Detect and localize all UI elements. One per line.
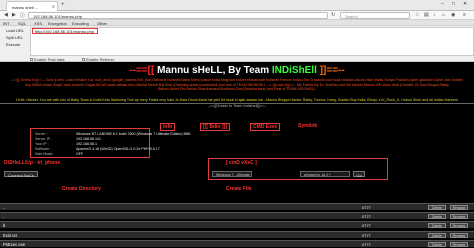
- hackbar-menu-sql[interactable]: SQL: [18, 21, 26, 26]
- greetings-text: --==[[ Greetz to ]]==-- Guru ji zero ,co…: [10, 78, 464, 92]
- file-permission: 0777: [362, 214, 371, 219]
- file-permission: 0777: [362, 223, 371, 228]
- info-value: 192.168.56.1: [76, 142, 97, 146]
- delete-button[interactable]: Delete: [428, 242, 446, 247]
- hackbar-menu-encoding[interactable]: Encoding: [72, 21, 89, 26]
- file-permission: 0777: [362, 205, 371, 210]
- rename-button[interactable]: Rename: [450, 242, 468, 247]
- browser-titlebar: mannu shell ... ✕ + – □ ✕: [0, 0, 474, 11]
- info-value: 192.168.56.101: [76, 137, 101, 141]
- file-name[interactable]: b: [3, 223, 5, 228]
- shell-banner: --==[[ Mannu sHeLL, By Team INDiShEll ]]…: [0, 62, 474, 104]
- delete-button[interactable]: Delete: [428, 223, 446, 228]
- create-file-button[interactable]: Create File: [226, 186, 252, 192]
- delete-button[interactable]: Delete: [428, 233, 446, 238]
- address-bar[interactable]: 192.168.56.101/mannu.php: [28, 12, 328, 19]
- connect-back-button[interactable]: Connect BaCk: [4, 171, 38, 178]
- server-info-box: Server : Windows NT LABONE 6.1 build 760…: [30, 128, 190, 158]
- file-name[interactable]: Exin.txt: [3, 233, 17, 238]
- minimize-icon[interactable]: –: [441, 1, 444, 7]
- delete-button[interactable]: Delete: [428, 205, 446, 210]
- cmd-section-label: [ cmD eXeC ]: [226, 160, 257, 166]
- os-select[interactable]: Windows 7 - Ultimate: [212, 171, 252, 177]
- create-directory-button[interactable]: Create Directory: [62, 186, 101, 192]
- forward-icon[interactable]: ▶: [12, 12, 16, 18]
- file-row[interactable]: . 0777 Delete Rename: [0, 212, 474, 219]
- go-button[interactable]: Go: [353, 171, 365, 178]
- title-mid: Mannu sHeLL, By Team: [157, 65, 272, 76]
- rename-button[interactable]: Rename: [450, 205, 468, 210]
- tab-symlink[interactable]: Symlink: [298, 123, 317, 129]
- file-permission: 0777: [362, 233, 371, 238]
- greetings-text-2: Hi Mr. Hacker, You are with lotz of Baby…: [16, 98, 458, 102]
- hackbar-menu-xss[interactable]: XSS: [34, 21, 42, 26]
- hackbar-menu-other[interactable]: Other: [97, 21, 107, 26]
- info-value: Apache/2.4.18 (Win32) OpenSSL/1.0.2e PHP…: [76, 147, 160, 151]
- info-key: Safe Mode :: [35, 152, 55, 156]
- hackbar-menu-int[interactable]: INT: [3, 21, 9, 26]
- extension-icon[interactable]: ◉: [451, 12, 455, 18]
- split-url-button[interactable]: Split URL: [6, 35, 23, 40]
- back-icon[interactable]: ◀: [4, 12, 8, 18]
- rename-button[interactable]: Rename: [450, 233, 468, 238]
- delete-button[interactable]: Delete: [428, 214, 446, 219]
- address-text: 192.168.56.101/mannu.php: [33, 14, 82, 19]
- execute-button[interactable]: Execute: [6, 42, 20, 47]
- file-name[interactable]: .: [3, 214, 4, 219]
- search-placeholder: Search: [345, 14, 358, 19]
- tab-info[interactable]: Info: [160, 123, 176, 131]
- tab-cmd-exec[interactable]: CMD Exec: [250, 123, 281, 131]
- rename-button[interactable]: Rename: [450, 223, 468, 228]
- menu-icon[interactable]: ≡: [463, 12, 466, 18]
- navigation-bar: ◀ ▶ ⓘ 192.168.56.101/mannu.php ↻ Search …: [0, 11, 474, 20]
- os-select-value: Windows 7 - Ultimate: [216, 173, 250, 177]
- title-left: --==[[: [129, 65, 158, 76]
- hackbar-url-text: http://192.168.56.101/mannu.php: [35, 29, 94, 34]
- home-icon[interactable]: ⌂: [442, 12, 445, 18]
- file-name[interactable]: ..: [3, 205, 5, 210]
- title-team: INDiShEll: [271, 65, 317, 76]
- hackbar-panel: INT SQL XSS Encryption Encoding Other Lo…: [0, 20, 474, 62]
- upload-section-label: DiSHeLL\Up - tri_phone: [4, 160, 61, 166]
- tab-bdin[interactable]: [[[ Bdin ]]]: [200, 123, 230, 131]
- bookmark-star-icon[interactable]: ☆: [415, 12, 419, 18]
- title-end: ]]==--: [316, 65, 345, 76]
- info-icon[interactable]: ⓘ: [20, 12, 25, 19]
- tab-title: mannu shell ...: [12, 5, 39, 10]
- load-url-button[interactable]: Load URL: [6, 28, 24, 33]
- close-tab-icon[interactable]: ✕: [52, 4, 55, 9]
- info-value: Windows NT LABONE 6.1 build 7600 (Window…: [76, 132, 191, 136]
- file-permission: 0777: [362, 242, 371, 247]
- library-icon[interactable]: ▤: [424, 12, 429, 18]
- info-key: Software :: [35, 147, 52, 151]
- close-window-icon[interactable]: ✕: [463, 1, 467, 7]
- file-row[interactable]: Exin.txt 0777 Delete Rename: [0, 231, 474, 238]
- info-key: Server IP :: [35, 137, 52, 141]
- file-name[interactable]: PsExec.exe: [3, 242, 25, 247]
- rename-button[interactable]: Rename: [450, 214, 468, 219]
- maximize-icon[interactable]: □: [452, 1, 455, 7]
- info-key: Server :: [35, 132, 48, 136]
- new-tab-icon[interactable]: +: [61, 2, 65, 8]
- banner-sign: --==[[Greetz to Team Indishell]]==--: [207, 104, 267, 108]
- file-row[interactable]: b 0777 Delete Rename: [0, 221, 474, 228]
- hackbar-menu: INT SQL XSS Encryption Encoding Other: [0, 20, 474, 26]
- info-key: Your IP :: [35, 142, 49, 146]
- hackbar-menu-encryption[interactable]: Encryption: [48, 21, 67, 26]
- file-row[interactable]: .. 0777 Delete Rename: [0, 203, 474, 210]
- command-select[interactable]: whoami ls -la /i +: [300, 171, 350, 177]
- reload-icon[interactable]: ↻: [331, 12, 335, 18]
- info-value: OFF: [76, 152, 84, 156]
- browser-tab[interactable]: mannu shell ... ✕: [6, 1, 58, 11]
- file-row[interactable]: PsExec.exe 0777 Delete Rename: [0, 240, 474, 247]
- shell-title: --==[[ Mannu sHeLL, By Team INDiShEll ]]…: [0, 65, 474, 76]
- download-icon[interactable]: ↓: [433, 12, 436, 18]
- command-select-value: whoami ls -la /i +: [304, 173, 331, 177]
- hackbar-url-value[interactable]: http://192.168.56.101/mannu.php: [32, 28, 98, 34]
- search-input[interactable]: Search: [340, 12, 410, 19]
